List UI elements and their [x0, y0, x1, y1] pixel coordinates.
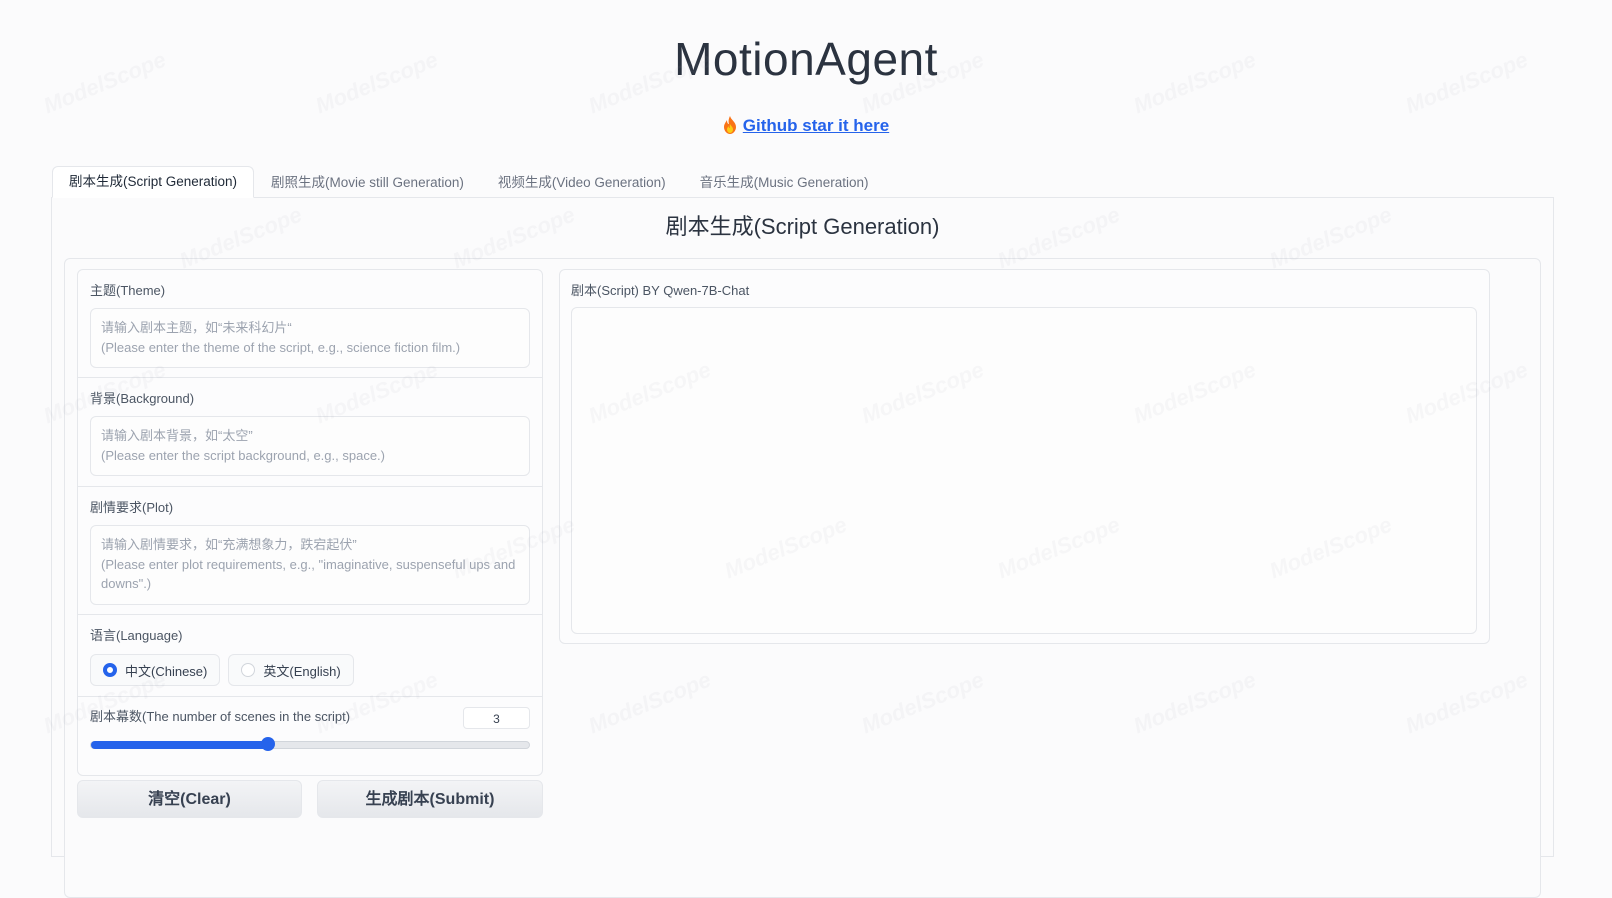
- background-field: 背景(Background) 请输入剧本背景，如“太空” (Please ent…: [78, 378, 542, 487]
- script-form-container: 主题(Theme) 请输入剧本主题，如“未来科幻片“ (Please enter…: [64, 258, 1541, 898]
- fire-icon: [723, 116, 736, 134]
- background-input[interactable]: 请输入剧本背景，如“太空” (Please enter the script b…: [90, 416, 530, 476]
- plot-field: 剧情要求(Plot) 请输入剧情要求，如“充满想象力，跌宕起伏” (Please…: [78, 487, 542, 615]
- github-star-row: Github star it here: [0, 116, 1612, 136]
- tab-bar: 剧本生成(Script Generation) 剧照生成(Movie still…: [52, 166, 886, 198]
- scenes-slider-fill: [91, 741, 269, 749]
- scenes-number-input[interactable]: 3: [463, 707, 530, 729]
- theme-field: 主题(Theme) 请输入剧本主题，如“未来科幻片“ (Please enter…: [78, 270, 542, 378]
- panel-title: 剧本生成(Script Generation): [665, 214, 940, 239]
- language-option-label: 中文(Chinese): [125, 663, 208, 679]
- language-option-chinese[interactable]: 中文(Chinese): [90, 654, 221, 686]
- plot-label: 剧情要求(Plot): [90, 500, 174, 515]
- tab-video-generation[interactable]: 视频生成(Video Generation): [481, 168, 683, 198]
- scenes-header: 剧本幕数(The number of scenes in the script)…: [90, 707, 530, 731]
- clear-button[interactable]: 清空(Clear): [77, 780, 302, 818]
- language-field: 语言(Language) 中文(Chinese) 英文(English): [78, 615, 542, 697]
- scenes-slider-thumb[interactable]: [261, 737, 276, 751]
- script-output-panel: 剧本(Script) BY Qwen-7B-Chat: [559, 269, 1490, 644]
- script-input-form: 主题(Theme) 请输入剧本主题，如“未来科幻片“ (Please enter…: [77, 269, 543, 776]
- radio-unselected-icon: [241, 663, 256, 677]
- tab-movie-still-generation[interactable]: 剧照生成(Movie still Generation): [254, 168, 481, 198]
- radio-selected-icon: [103, 663, 117, 677]
- tab-script-generation[interactable]: 剧本生成(Script Generation): [52, 166, 255, 198]
- language-option-label: 英文(English): [263, 663, 341, 679]
- script-output-label: 剧本(Script) BY Qwen-7B-Chat: [571, 283, 750, 298]
- submit-button[interactable]: 生成剧本(Submit): [317, 780, 543, 818]
- background-label: 背景(Background): [90, 391, 195, 406]
- theme-label: 主题(Theme): [90, 283, 166, 298]
- github-star-link[interactable]: Github star it here: [743, 116, 889, 135]
- script-output-area[interactable]: [571, 307, 1477, 634]
- scenes-field: 剧本幕数(The number of scenes in the script)…: [78, 697, 542, 777]
- tab-music-generation[interactable]: 音乐生成(Music Generation): [683, 168, 886, 198]
- app-title: MotionAgent: [674, 33, 938, 85]
- theme-input[interactable]: 请输入剧本主题，如“未来科幻片“ (Please enter the theme…: [90, 308, 530, 368]
- language-label: 语言(Language): [90, 628, 183, 643]
- language-radio-group: 中文(Chinese) 英文(English): [90, 654, 530, 686]
- plot-input[interactable]: 请输入剧情要求，如“充满想象力，跌宕起伏” (Please enter plot…: [90, 525, 530, 605]
- tab-panel-script-generation: 剧本生成(Script Generation) 主题(Theme) 请输入剧本主…: [51, 197, 1554, 898]
- scenes-slider[interactable]: [90, 737, 530, 751]
- language-option-english[interactable]: 英文(English): [228, 654, 354, 686]
